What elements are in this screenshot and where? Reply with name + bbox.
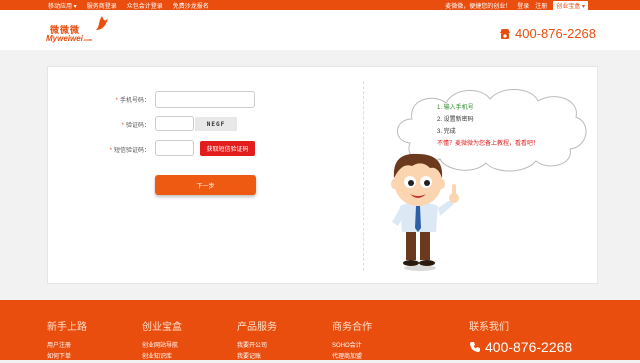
footer-phone: 400-876-2268 xyxy=(469,339,572,355)
footer-phone-number: 400-876-2268 xyxy=(485,339,573,355)
footer-link[interactable]: 我要记账 xyxy=(237,352,277,363)
header-phone: 400-876-2268 xyxy=(499,26,596,41)
footer-col-title: 新手上路 xyxy=(47,322,87,333)
footer-col-title: 联系我们 xyxy=(469,322,509,333)
divider xyxy=(363,81,364,271)
site-logo[interactable]: 微微微 Myweiwei.com xyxy=(46,16,108,48)
footer-col-title: 商务合作 xyxy=(332,322,372,333)
sms-code-label: * 短信验证码： xyxy=(109,148,150,154)
phone-icon xyxy=(500,28,511,39)
captcha-label: * 验证码： xyxy=(121,123,150,129)
step-complete: 3. 完成 xyxy=(437,129,456,135)
register-link[interactable]: 注册 xyxy=(535,1,547,10)
footer-link[interactable]: 我要开公司 xyxy=(237,341,277,352)
treasure-box-menu[interactable]: 创业宝盒 ▾ xyxy=(553,1,588,10)
footer-link[interactable]: 如何下单 xyxy=(47,352,87,363)
footer-link[interactable]: 创业知识库 xyxy=(142,352,182,363)
footer-col-beginner: 新手上路 用户注册 如何下单 xyxy=(47,318,87,363)
provider-login-link[interactable]: 服务商登录 xyxy=(87,1,117,10)
footer-link[interactable]: 代理商加盟 xyxy=(332,352,372,363)
bird-logo-icon xyxy=(96,16,108,30)
mobile-app-link[interactable]: 移动应用 ▾ xyxy=(48,1,77,10)
header-phone-number: 400-876-2268 xyxy=(515,26,596,41)
footer-link[interactable]: 用户注册 xyxy=(47,341,87,352)
footer-col-services: 产品服务 我要开公司 我要记账 xyxy=(237,318,277,363)
steps-list: 1. 输入手机号 2. 设置新密码 3. 完成 不懂？麦微微为您备上教程，看看吧… xyxy=(437,102,539,150)
salon-signup-link[interactable]: 免费沙龙报名 xyxy=(173,1,209,10)
footer-col-contact: 联系我们 xyxy=(469,318,509,341)
get-sms-code-button[interactable]: 获取短信验证码 xyxy=(200,141,255,156)
phone-icon xyxy=(470,342,480,352)
welcome-text: 麦微微，便捷您的创业！ xyxy=(445,4,512,10)
site-header: 微微微 Myweiwei.com 400-876-2268 xyxy=(0,10,640,50)
top-bar: 移动应用 ▾ 服务商登录 众包会计登录 免费沙龙报名 麦微微，便捷您的创业！ 登… xyxy=(0,0,640,10)
crowd-accountant-login-link[interactable]: 众包会计登录 xyxy=(127,1,163,10)
captcha-image[interactable]: NEGF xyxy=(195,117,237,131)
step-set-password: 2. 设置新密码 xyxy=(437,117,474,123)
footer-col-title: 产品服务 xyxy=(237,322,277,333)
login-link[interactable]: 登录 xyxy=(517,1,529,10)
logo-en-text: Myweiwei.com xyxy=(46,34,93,43)
captcha-input[interactable] xyxy=(155,116,194,131)
next-button[interactable]: 下一步 xyxy=(155,175,256,195)
footer-col-title: 创业宝盒 xyxy=(142,322,182,333)
phone-label: * 手机号码： xyxy=(115,98,150,104)
sms-code-input[interactable] xyxy=(155,140,194,156)
footer-col-treasure: 创业宝盒 创业网站导航 创业知识库 xyxy=(142,318,182,363)
footer-col-business: 商务合作 SOHO会计 代理商加盟 xyxy=(332,318,372,363)
footer-link[interactable]: SOHO会计 xyxy=(332,341,372,352)
step-enter-phone: 1. 输入手机号 xyxy=(437,105,474,111)
footer-link[interactable]: 创业网站导航 xyxy=(142,341,182,352)
cartoon-man-icon xyxy=(391,153,459,271)
phone-input[interactable] xyxy=(155,91,255,108)
